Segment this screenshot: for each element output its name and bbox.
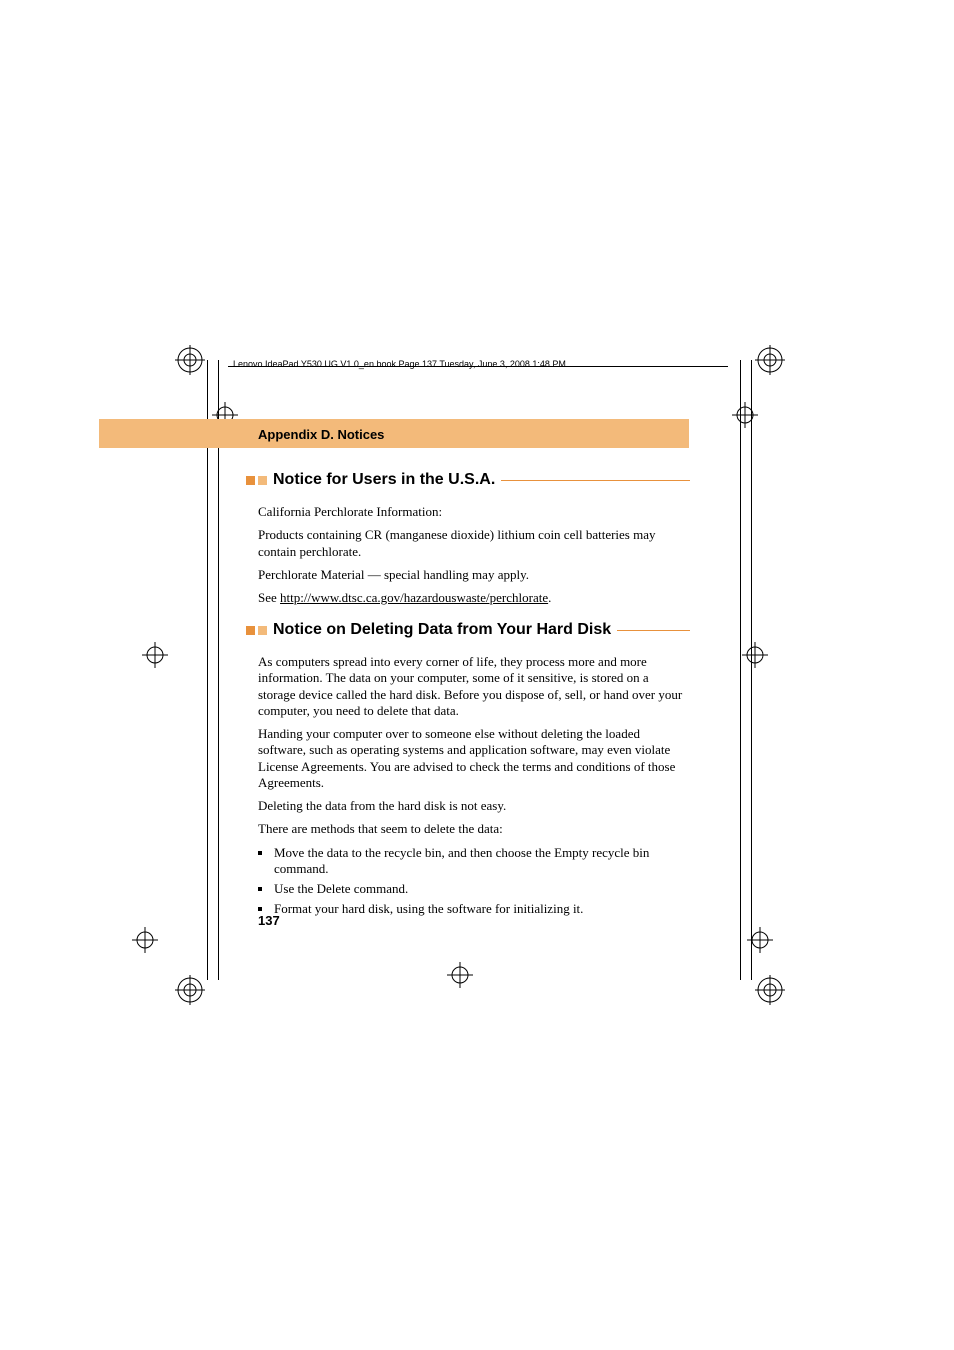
- register-icon: [740, 640, 770, 670]
- section-body: California Perchlorate Information: Prod…: [258, 504, 688, 613]
- section-title: Notice for Users in the U.S.A.: [273, 471, 495, 489]
- body-text: Products containing CR (manganese dioxid…: [258, 527, 688, 560]
- body-text: There are methods that seem to delete th…: [258, 821, 688, 837]
- register-icon: [730, 400, 760, 430]
- cropmark-icon: [175, 345, 205, 375]
- register-icon: [130, 925, 160, 955]
- section-title: Notice on Deleting Data from Your Hard D…: [273, 621, 611, 639]
- bullet-square-icon: [258, 476, 267, 485]
- appendix-title: Appendix D. Notices: [258, 427, 384, 442]
- section-heading-row: Notice for Users in the U.S.A.: [246, 471, 690, 489]
- section-heading-row: Notice on Deleting Data from Your Hard D…: [246, 621, 690, 639]
- body-text: Handing your computer over to someone el…: [258, 726, 688, 791]
- body-text: As computers spread into every corner of…: [258, 654, 688, 719]
- appendix-banner: [99, 419, 689, 448]
- section-body: As computers spread into every corner of…: [258, 654, 688, 922]
- cropmark-icon: [175, 975, 205, 1005]
- body-text: See http://www.dtsc.ca.gov/hazardouswast…: [258, 590, 688, 606]
- body-text: .: [548, 590, 551, 605]
- body-text: Deleting the data from the hard disk is …: [258, 798, 688, 814]
- list-item: Move the data to the recycle bin, and th…: [258, 845, 688, 878]
- frame-rule: [207, 360, 208, 980]
- section-rule: [501, 480, 690, 481]
- register-icon: [745, 925, 775, 955]
- bullet-square-icon: [258, 626, 267, 635]
- perchlorate-link[interactable]: http://www.dtsc.ca.gov/hazardouswaste/pe…: [280, 590, 548, 605]
- bullet-square-icon: [246, 626, 255, 635]
- list-item: Use the Delete command.: [258, 881, 688, 897]
- body-text: See: [258, 590, 280, 605]
- list-item: Format your hard disk, using the softwar…: [258, 901, 688, 917]
- print-header: Lenovo IdeaPad Y530 UG V1.0_en.book Page…: [233, 359, 566, 369]
- bullet-square-icon: [246, 476, 255, 485]
- cropmark-icon: [755, 345, 785, 375]
- body-text: California Perchlorate Information:: [258, 504, 688, 520]
- register-icon: [445, 960, 475, 990]
- page-number: 137: [258, 913, 280, 928]
- frame-rule: [218, 360, 219, 980]
- bullet-list: Move the data to the recycle bin, and th…: [258, 845, 688, 918]
- section-rule: [617, 630, 690, 631]
- frame-rule: [751, 360, 752, 980]
- cropmark-icon: [755, 975, 785, 1005]
- frame-rule: [740, 360, 741, 980]
- body-text: Perchlorate Material — special handling …: [258, 567, 688, 583]
- register-icon: [140, 640, 170, 670]
